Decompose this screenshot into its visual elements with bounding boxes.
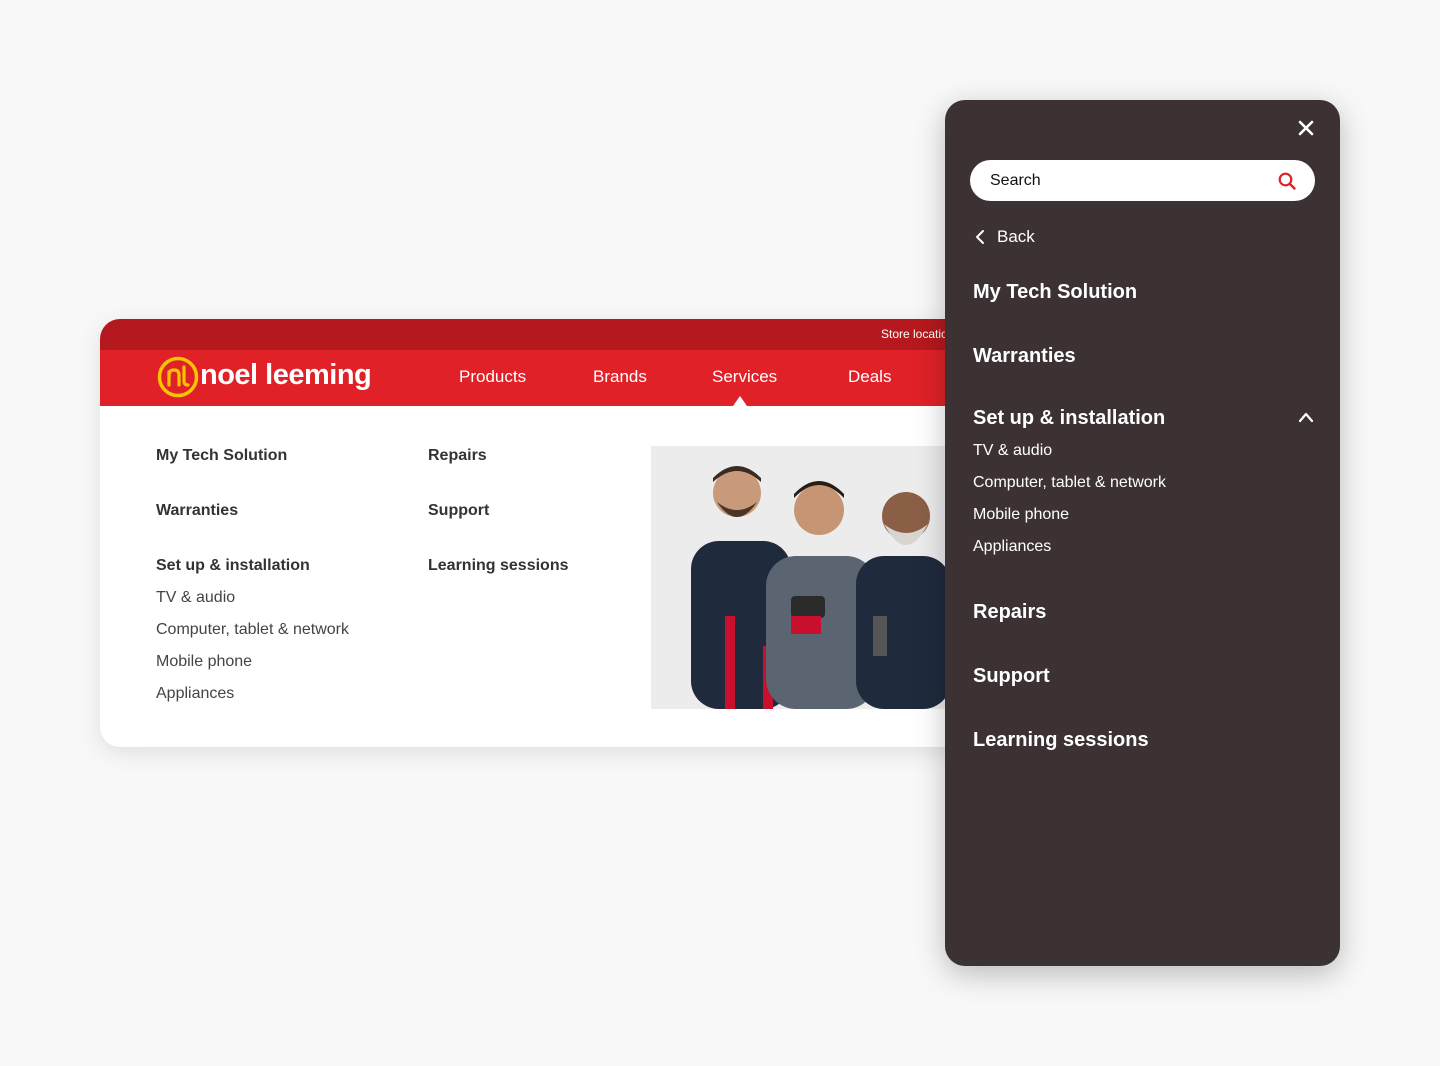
menu-link-repairs[interactable]: Repairs xyxy=(428,446,569,465)
search-icon[interactable] xyxy=(1277,171,1297,191)
back-button[interactable]: Back xyxy=(973,226,1035,248)
mobile-item-repairs[interactable]: Repairs xyxy=(973,600,1046,624)
staff-illustration-icon xyxy=(651,446,951,709)
services-staff-photo xyxy=(651,446,951,709)
nav-deals[interactable]: Deals xyxy=(848,367,891,387)
nav-services[interactable]: Services xyxy=(712,367,777,387)
menu-column-1: My Tech Solution Warranties Set up & ins… xyxy=(156,446,349,703)
mobile-subitem-mobile[interactable]: Mobile phone xyxy=(973,505,1069,525)
brand-name[interactable]: noel leeming xyxy=(200,359,372,392)
chevron-up-icon[interactable] xyxy=(1297,411,1315,423)
close-icon[interactable] xyxy=(1298,120,1314,136)
mobile-item-learning-sessions[interactable]: Learning sessions xyxy=(973,728,1149,752)
mobile-subitem-computer[interactable]: Computer, tablet & network xyxy=(973,473,1166,493)
mobile-subitem-tv-audio[interactable]: TV & audio xyxy=(973,441,1052,461)
menu-column-2: Repairs Support Learning sessions xyxy=(428,446,569,611)
chevron-left-icon xyxy=(976,230,984,244)
nav-products[interactable]: Products xyxy=(459,367,526,387)
menu-link-warranties[interactable]: Warranties xyxy=(156,501,349,520)
menu-link-learning-sessions[interactable]: Learning sessions xyxy=(428,556,569,575)
mobile-item-warranties[interactable]: Warranties xyxy=(973,344,1076,368)
store-locator-link[interactable]: Store locatio xyxy=(881,327,948,341)
menu-link-setup-installation[interactable]: Set up & installation xyxy=(156,556,349,575)
menu-sublink-tv-audio[interactable]: TV & audio xyxy=(156,588,349,607)
mobile-item-my-tech-solution[interactable]: My Tech Solution xyxy=(973,280,1137,304)
noel-leeming-logo-icon[interactable] xyxy=(156,355,200,399)
mobile-subitem-appliances[interactable]: Appliances xyxy=(973,537,1051,557)
mobile-item-setup-installation[interactable]: Set up & installation xyxy=(973,406,1165,430)
menu-sublink-computer[interactable]: Computer, tablet & network xyxy=(156,620,349,639)
nav-brands[interactable]: Brands xyxy=(593,367,647,387)
active-nav-caret xyxy=(733,396,747,406)
menu-sublink-appliances[interactable]: Appliances xyxy=(156,684,349,703)
search-bar xyxy=(970,160,1315,201)
menu-link-my-tech-solution[interactable]: My Tech Solution xyxy=(156,446,349,465)
back-label: Back xyxy=(997,227,1035,246)
menu-link-support[interactable]: Support xyxy=(428,501,569,520)
mobile-menu-panel: Back My Tech Solution Warranties Set up … xyxy=(945,100,1340,966)
search-input[interactable] xyxy=(990,160,1270,201)
menu-sublink-mobile[interactable]: Mobile phone xyxy=(156,652,349,671)
mobile-item-support[interactable]: Support xyxy=(973,664,1050,688)
